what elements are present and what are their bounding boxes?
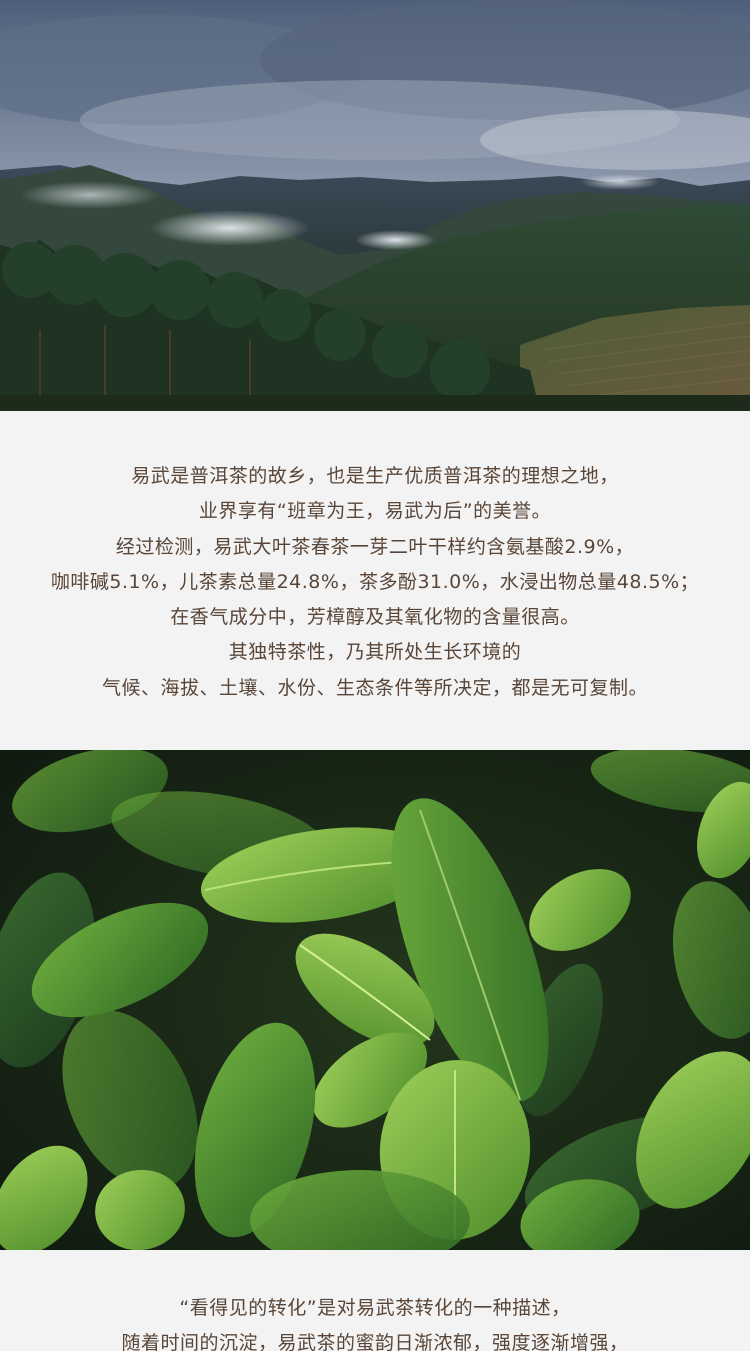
product-detail-page: 易武是普洱茶的故乡，也是生产优质普洱茶的理想之地， 业界享有“班章为王，易武为后… xyxy=(0,0,750,1351)
intro-line: 在香气成分中，芳樟醇及其氧化物的含量很高。 xyxy=(170,606,580,629)
outro-line: “看得见的转化”是对易武茶转化的一种描述， xyxy=(179,1297,571,1319)
tea-leaves-image xyxy=(0,750,750,1250)
intro-line: 气候、海拔、土壤、水份、生态条件等所决定，都是无可复制。 xyxy=(101,676,648,699)
intro-line: 经过检测，易武大叶茶春茶一芽二叶干样约含氨基酸2.9%， xyxy=(115,535,635,558)
intro-line: 易武是普洱茶的故乡，也是生产优质普洱茶的理想之地， xyxy=(131,465,619,487)
intro-line: 咖啡碱5.1%，儿茶素总量24.8%，茶多酚31.0%，水浸出物总量48.5%； xyxy=(50,570,700,593)
outro-text-section: “看得见的转化”是对易武茶转化的一种描述， 随着时间的沉淀，易武茶的蜜韵日渐浓郁… xyxy=(0,1250,750,1351)
intro-line: 业界享有“班章为王，易武为后”的美誉。 xyxy=(198,500,552,523)
intro-line: 其独特茶性，乃其所处生长环境的 xyxy=(228,641,522,664)
outro-line: 随着时间的沉淀，易武茶的蜜韵日渐浓郁，强度逐渐增强， xyxy=(121,1332,629,1351)
mountain-landscape-image xyxy=(0,0,750,411)
intro-text-section: 易武是普洱茶的故乡，也是生产优质普洱茶的理想之地， 业界享有“班章为王，易武为后… xyxy=(0,411,750,750)
